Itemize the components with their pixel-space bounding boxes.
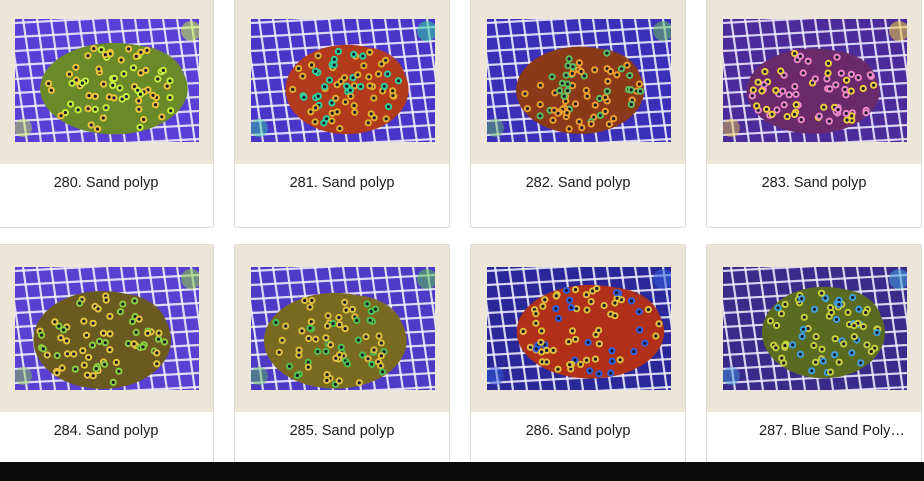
product-title[interactable]: 287. Blue Sand Polyp... [707, 423, 921, 439]
product-title[interactable]: 280. Sand polyp [0, 175, 213, 191]
product-title[interactable]: 286. Sand polyp [471, 423, 685, 439]
product-thumbnail-frame[interactable] [707, 245, 921, 412]
coral-photo[interactable] [723, 267, 907, 390]
product-thumbnail-frame[interactable] [0, 0, 213, 164]
product-thumbnail-frame[interactable] [707, 0, 921, 164]
product-grid-page: 280. Sand polyp 281. Sand polyp 282. Sand … [0, 0, 924, 481]
product-title[interactable]: 284. Sand polyp [0, 423, 213, 439]
product-thumbnail-frame[interactable] [471, 0, 685, 164]
coral-photo[interactable] [251, 267, 435, 390]
bottom-bar [0, 462, 924, 481]
product-title[interactable]: 283. Sand polyp [707, 175, 921, 191]
product-card[interactable]: 287. Blue Sand Polyp... [706, 244, 922, 476]
product-title[interactable]: 281. Sand polyp [235, 175, 449, 191]
product-card[interactable]: 281. Sand polyp [234, 0, 450, 228]
product-thumbnail-frame[interactable] [235, 245, 449, 412]
product-grid: 280. Sand polyp 281. Sand polyp 282. Sand … [0, 0, 924, 476]
product-thumbnail-frame[interactable] [0, 245, 213, 412]
product-card[interactable]: 283. Sand polyp [706, 0, 922, 228]
product-card[interactable]: 285. Sand polyp [234, 244, 450, 476]
coral-photo[interactable] [723, 19, 907, 142]
product-card[interactable]: 286. Sand polyp [470, 244, 686, 476]
product-card[interactable]: 282. Sand polyp [470, 0, 686, 228]
coral-photo[interactable] [15, 19, 199, 142]
coral-photo[interactable] [15, 267, 199, 390]
coral-photo[interactable] [251, 19, 435, 142]
product-thumbnail-frame[interactable] [471, 245, 685, 412]
product-title[interactable]: 282. Sand polyp [471, 175, 685, 191]
coral-photo[interactable] [487, 267, 671, 390]
product-card[interactable]: 280. Sand polyp [0, 0, 214, 228]
product-title[interactable]: 285. Sand polyp [235, 423, 449, 439]
coral-photo[interactable] [487, 19, 671, 142]
product-thumbnail-frame[interactable] [235, 0, 449, 164]
product-card[interactable]: 284. Sand polyp [0, 244, 214, 476]
